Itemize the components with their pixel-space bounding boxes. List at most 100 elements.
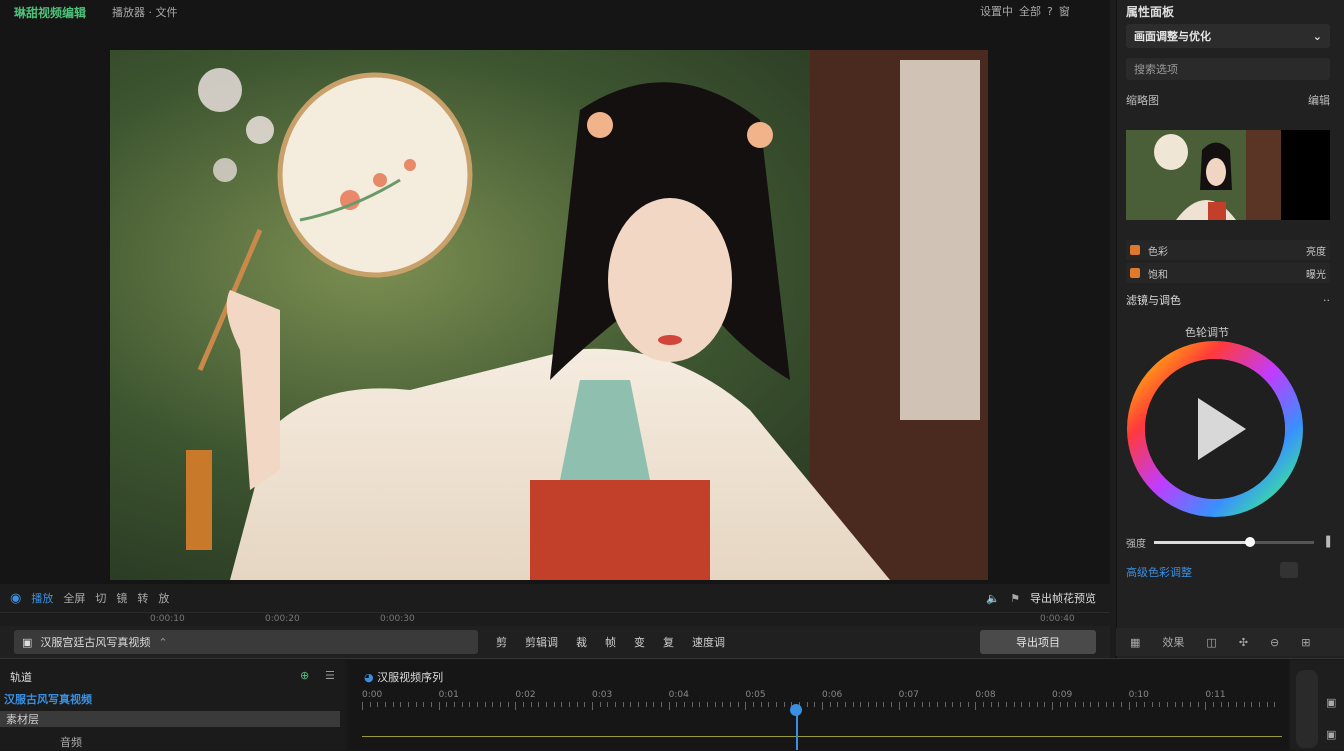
ruler-label: 0:01 [438, 690, 459, 700]
fullscreen-button[interactable]: 全屏 [63, 590, 85, 606]
timeline-track-line [362, 736, 1282, 737]
track-name[interactable]: 汉服古风写真视频 [4, 691, 92, 707]
ruler-tick [392, 702, 394, 707]
ruler-tick [753, 702, 754, 707]
track-add-icon[interactable]: ⊕ [300, 669, 309, 682]
help-icon[interactable]: ? [1047, 5, 1053, 18]
ruler-tick [523, 702, 524, 707]
export-frame-button[interactable]: 导出帧花预览 [1030, 590, 1110, 606]
ruler-tick [1098, 702, 1099, 707]
comment-icon[interactable]: ⊖ [1270, 636, 1279, 649]
sequence-title: ◕ 汉服视频序列 [364, 669, 443, 685]
ruler-tick [929, 702, 931, 707]
timeline-zoom-icon[interactable]: ▣ [1326, 696, 1336, 709]
slider-knob[interactable] [1245, 536, 1256, 547]
ruler-tick [538, 702, 540, 707]
ruler-tick [975, 702, 977, 710]
duplicate-button[interactable]: 复 [663, 634, 674, 650]
volume-meter[interactable] [1296, 670, 1318, 748]
play-mode-label[interactable]: 播放 [31, 590, 53, 606]
ruler-tick [530, 702, 532, 707]
color-icon [1130, 245, 1140, 255]
thumbnail-edit-button[interactable]: 编辑 [1308, 92, 1330, 108]
property-value: 亮度 [1306, 246, 1326, 258]
top-right-controls: 设置中 全部 ? 窗 [980, 3, 1070, 19]
panel-toggle-icon[interactable] [1280, 562, 1298, 578]
clip-icon: ▣ [22, 635, 33, 649]
audio-track-label[interactable]: 音频 [60, 734, 82, 750]
saturation-icon [1130, 268, 1140, 278]
ruler-tick [377, 702, 379, 707]
timeline-ruler[interactable]: 0:00 0:01 0:02 0:03 0:04 0:05 0:06 0:07 0:08 0:09… [362, 690, 1282, 710]
speed-button[interactable]: 速度调 [692, 634, 725, 650]
ruler-tick [1121, 702, 1122, 707]
ruler-tick [1190, 702, 1191, 707]
play-mode-icon[interactable]: ◉ [10, 591, 21, 606]
sidebar-search-input[interactable]: 搜索选项 [1126, 58, 1330, 80]
ruler-tick [1274, 702, 1276, 707]
ruler-tick [599, 702, 601, 707]
ruler-tick [891, 702, 892, 707]
clip-selector[interactable]: ▣ 汉服宫廷古风写真视频 ⌃ [14, 630, 478, 654]
track-list-title: 轨道 [10, 671, 32, 684]
ruler-label: 0:04 [668, 690, 689, 700]
split-button[interactable]: 剪 [496, 634, 507, 650]
rotate-button[interactable]: 转 [137, 590, 148, 606]
ruler-label: 0:05 [745, 690, 766, 700]
ruler-tick [983, 702, 984, 707]
document-title[interactable]: 播放器 · 文件 [112, 4, 178, 20]
ruler-tick [1182, 702, 1184, 707]
ruler-tick [722, 702, 724, 707]
speaker-icon[interactable]: 🔈 [986, 592, 1000, 605]
mini-ruler[interactable]: 0:00:10 0:00:20 0:00:30 0:00:40 [0, 612, 1110, 627]
sequence-name: 汉服视频序列 [377, 671, 444, 684]
ruler-tick [668, 702, 670, 710]
ruler-tick [653, 702, 655, 707]
crop-button[interactable]: 裁 [576, 634, 587, 650]
window-icon[interactable]: 窗 [1059, 3, 1070, 19]
ruler-tick [906, 702, 908, 707]
fx-icon[interactable]: ✣ [1239, 636, 1248, 649]
property-row[interactable]: 色彩 亮度 [1126, 240, 1330, 260]
property-row[interactable]: 饱和 曝光 [1126, 263, 1330, 283]
timeline-settings-icon[interactable]: ▣ [1326, 728, 1336, 741]
ruler-tick [362, 702, 363, 710]
effects-label[interactable]: 效果 [1162, 634, 1184, 650]
sidebar-title: 属性面板 [1126, 5, 1175, 19]
thumbnail-preview[interactable] [1126, 130, 1330, 220]
ruler-tick [845, 702, 846, 707]
settings-menu[interactable]: 设置中 [980, 3, 1013, 19]
zoom-button[interactable]: 放 [158, 590, 169, 606]
ruler-tick [684, 702, 685, 707]
mini-ruler-label: 0:00:20 [265, 614, 300, 624]
preset-dropdown[interactable]: 画面调整与优化 ⌄ [1126, 24, 1330, 48]
view-menu[interactable]: 全部 [1019, 3, 1041, 19]
track-menu-icon[interactable]: ☰ [325, 669, 335, 682]
slider-track[interactable] [1154, 536, 1315, 547]
grid-icon[interactable]: ⊞ [1301, 636, 1310, 649]
advanced-color-link[interactable]: 高级色彩调整 [1126, 564, 1192, 580]
track-row-selected[interactable]: 素材层 [0, 711, 340, 727]
ruler-tick [1159, 702, 1161, 707]
ruler-tick [1220, 702, 1222, 707]
frame-button[interactable]: 帧 [605, 634, 616, 650]
ruler-tick [707, 702, 708, 707]
bookmark-icon[interactable]: ⚑ [1010, 592, 1020, 605]
property-label: 色彩 [1148, 246, 1168, 258]
edit-adjust-button[interactable]: 剪辑调 [525, 634, 558, 650]
mirror-button[interactable]: 镜 [116, 590, 127, 606]
slider-end-icon: ▐ [1322, 536, 1330, 548]
color-wheel[interactable] [1126, 340, 1304, 518]
intensity-slider[interactable]: 强度 ▐ [1126, 534, 1330, 550]
more-icon[interactable]: ·· [1323, 294, 1330, 307]
playhead-handle[interactable] [790, 704, 802, 716]
ruler-tick [385, 702, 386, 707]
sidebar-search-placeholder: 搜索选项 [1134, 63, 1178, 76]
effects-icon[interactable]: ▦ [1130, 636, 1140, 649]
cut-button[interactable]: 切 [95, 590, 106, 606]
video-preview[interactable] [110, 50, 988, 580]
export-project-button[interactable]: 导出项目 [980, 630, 1096, 654]
layers-icon[interactable]: ◫ [1206, 636, 1216, 649]
transform-button[interactable]: 变 [634, 634, 645, 650]
ruler-tick [592, 702, 593, 710]
